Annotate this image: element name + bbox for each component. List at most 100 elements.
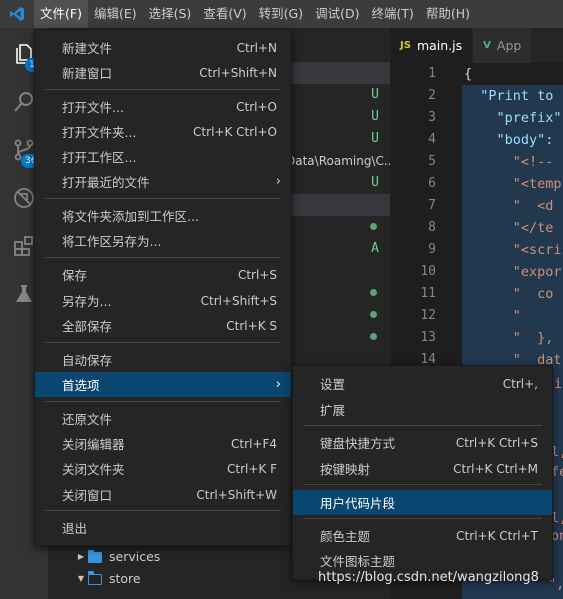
menu-item-label: 还原文件: [62, 412, 113, 427]
menu-separator: [45, 342, 281, 343]
menu-item-label: 设置: [320, 377, 346, 392]
menu-separator: [45, 401, 281, 402]
menu-selection[interactable]: 选择(S): [143, 0, 198, 28]
git-modified-dot: [370, 311, 377, 318]
line-number: 8: [428, 220, 436, 235]
menu-item-label: 用户代码片段: [320, 496, 396, 511]
vue-file-icon: V: [483, 40, 491, 51]
menu-separator: [45, 510, 281, 511]
preferences-submenu: 设置 Ctrl+, 扩展 键盘快捷方式 Ctrl+K Ctrl+S 按键映射 C…: [292, 365, 553, 580]
menu-separator: [303, 425, 542, 426]
menu-item-shortcut: Ctrl+K S: [226, 318, 277, 333]
folder-open-icon: [87, 571, 102, 585]
menu-separator: [45, 257, 281, 258]
menu-item-label: 打开文件...: [62, 100, 124, 115]
menu-terminal[interactable]: 终端(T): [365, 0, 419, 28]
code-line: {: [464, 66, 473, 82]
chevron-down-icon: ▼: [77, 574, 85, 583]
menu-user-snippets[interactable]: 用户代码片段: [293, 490, 552, 515]
menu-file[interactable]: 文件(F): [34, 0, 88, 28]
menu-item-shortcut: Ctrl+N: [236, 40, 277, 55]
code-line: "Print to: [464, 88, 554, 104]
find-widget[interactable]: [480, 65, 563, 85]
menu-settings[interactable]: 设置 Ctrl+,: [293, 371, 552, 396]
menu-item-label: 颜色主题: [320, 529, 371, 544]
code-line: "expor: [464, 264, 562, 280]
menu-add-folder-to-workspace[interactable]: 将文件夹添加到工作区...: [35, 203, 291, 228]
menu-exit[interactable]: 退出: [35, 515, 291, 540]
git-status-untracked: U: [371, 131, 379, 146]
menu-view[interactable]: 查看(V): [197, 0, 252, 28]
menu-close-folder[interactable]: 关闭文件夹 Ctrl+K F: [35, 456, 291, 481]
git-status-untracked: U: [371, 175, 379, 190]
menu-color-theme[interactable]: 颜色主题 Ctrl+K Ctrl+T: [293, 523, 552, 548]
menu-item-label: 自动保存: [62, 353, 113, 368]
menu-item-label: 新建窗口: [62, 66, 113, 81]
line-number: 11: [420, 286, 436, 301]
menu-close-window[interactable]: 关闭窗口 Ctrl+Shift+W: [35, 482, 291, 507]
code-line: " },: [464, 330, 554, 346]
tab-main-js[interactable]: JS main.js: [390, 28, 474, 63]
menu-save-all[interactable]: 全部保存 Ctrl+K S: [35, 313, 291, 338]
line-number: 1: [428, 66, 436, 81]
editor-tabs: JS main.js V App: [390, 28, 563, 63]
path-fragment: Data\Roaming\C...: [286, 154, 390, 168]
file-menu-dropdown: 新建文件 Ctrl+N 新建窗口 Ctrl+Shift+N 打开文件... Ct…: [34, 29, 292, 546]
git-status-added: A: [371, 241, 379, 256]
menu-open-folder[interactable]: 打开文件夹... Ctrl+K Ctrl+O: [35, 119, 291, 144]
menu-new-file[interactable]: 新建文件 Ctrl+N: [35, 35, 291, 60]
code-line: ": [464, 308, 521, 324]
menu-preferences[interactable]: 首选项 ›: [35, 372, 291, 397]
chevron-right-icon: ›: [275, 377, 281, 392]
menu-item-label: 扩展: [320, 403, 346, 418]
tree-folder-store[interactable]: ▼ store: [74, 568, 141, 590]
menu-save-workspace-as[interactable]: 将工作区另存为...: [35, 228, 291, 253]
git-modified-dot: [370, 223, 377, 230]
code-line: " co: [464, 286, 554, 302]
code-line: "</te: [464, 220, 554, 236]
menu-item-label: 打开文件夹...: [62, 125, 137, 140]
menu-item-label: 打开最近的文件: [62, 175, 150, 190]
menu-keyboard-shortcuts[interactable]: 键盘快捷方式 Ctrl+K Ctrl+S: [293, 430, 552, 455]
menu-help[interactable]: 帮助(H): [420, 0, 476, 28]
line-number: 2: [428, 88, 436, 103]
tab-app-vue[interactable]: V App: [473, 28, 533, 63]
menu-debug[interactable]: 调试(D): [309, 0, 365, 28]
line-number: 5: [428, 154, 436, 169]
menu-item-label: 将文件夹添加到工作区...: [62, 209, 199, 224]
js-file-icon: JS: [400, 40, 411, 51]
menu-new-window[interactable]: 新建窗口 Ctrl+Shift+N: [35, 60, 291, 85]
menu-item-shortcut: Ctrl+K F: [227, 461, 277, 476]
folder-icon: [88, 549, 102, 563]
menu-open-workspace[interactable]: 打开工作区...: [35, 144, 291, 169]
menu-item-shortcut: Ctrl+K Ctrl+O: [193, 124, 277, 139]
tree-folder-services[interactable]: ▶ services: [74, 546, 160, 568]
menu-item-shortcut: Ctrl+,: [502, 376, 538, 391]
menu-save[interactable]: 保存 Ctrl+S: [35, 262, 291, 287]
menu-item-label: 退出: [62, 521, 88, 536]
menu-go[interactable]: 转到(G): [253, 0, 309, 28]
menu-separator: [45, 198, 281, 199]
code-line: "body":: [464, 132, 554, 148]
menu-item-shortcut: Ctrl+Shift+N: [199, 65, 277, 80]
menu-item-label: 打开工作区...: [62, 150, 137, 165]
menu-item-label: 新建文件: [62, 41, 113, 56]
tab-label: main.js: [416, 38, 463, 53]
menu-item-label: 关闭编辑器: [62, 437, 125, 452]
menu-edit[interactable]: 编辑(E): [88, 0, 143, 28]
menu-open-recent[interactable]: 打开最近的文件 ›: [35, 169, 291, 194]
git-modified-dot: [370, 333, 377, 340]
menu-item-label: 首选项: [62, 378, 100, 393]
menu-auto-save[interactable]: 自动保存: [35, 347, 291, 372]
menu-close-editor[interactable]: 关闭编辑器 Ctrl+F4: [35, 431, 291, 456]
tree-folder-label: services: [109, 549, 161, 564]
chevron-right-icon: ▶: [77, 552, 85, 561]
line-number: 13: [420, 330, 436, 345]
menu-open-file[interactable]: 打开文件... Ctrl+O: [35, 94, 291, 119]
menu-keymaps[interactable]: 按键映射 Ctrl+K Ctrl+M: [293, 456, 552, 481]
menu-save-as[interactable]: 另存为... Ctrl+Shift+S: [35, 288, 291, 313]
code-line: "prefix": [464, 110, 562, 126]
tab-label: App: [496, 38, 522, 53]
menu-extensions[interactable]: 扩展: [293, 397, 552, 422]
menu-revert-file[interactable]: 还原文件: [35, 406, 291, 431]
